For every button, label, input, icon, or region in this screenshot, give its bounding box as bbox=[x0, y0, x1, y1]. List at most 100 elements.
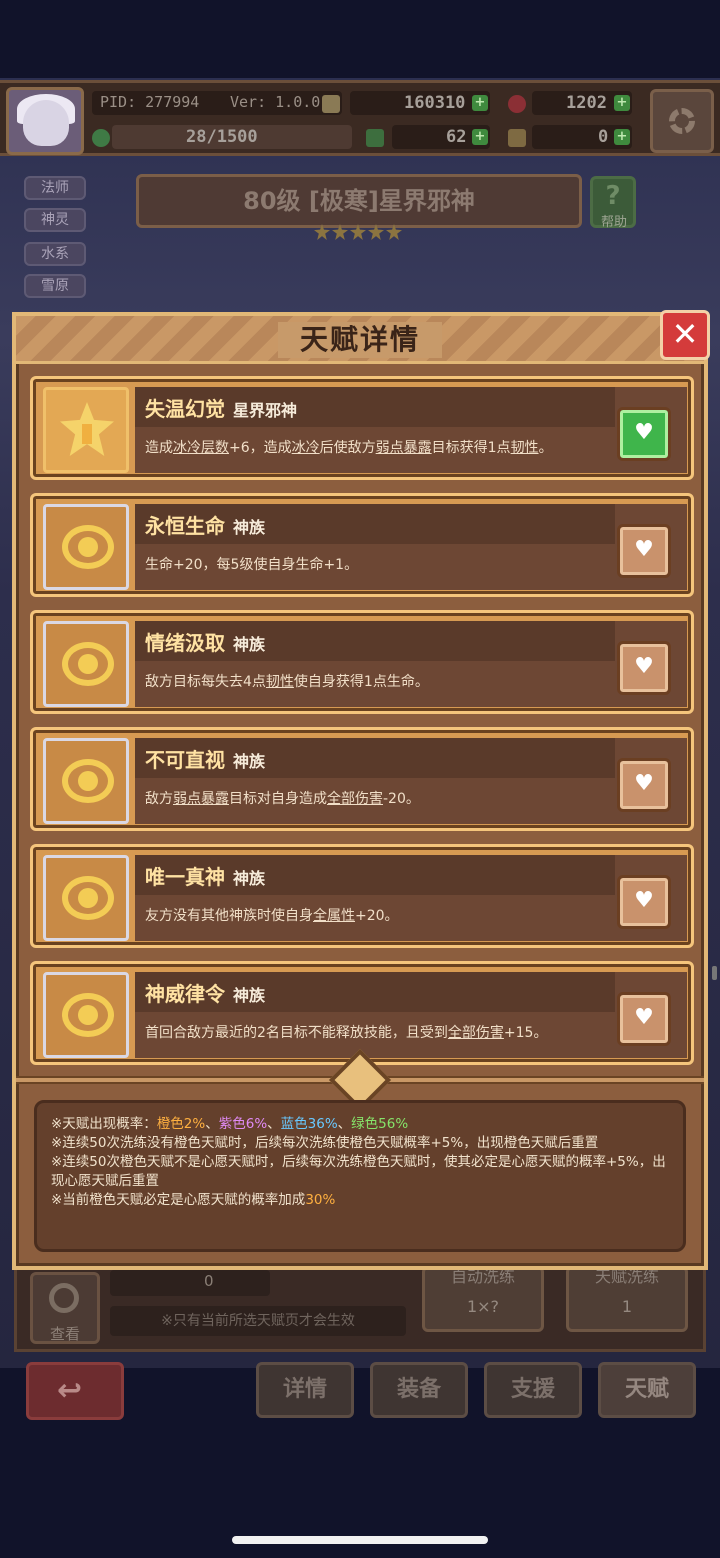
desc-text: 敌方 bbox=[145, 791, 173, 807]
gear-icon bbox=[669, 108, 695, 134]
wish-toggle-button[interactable]: ♥ bbox=[617, 875, 671, 929]
tag-class: 法师 bbox=[24, 176, 86, 200]
divine-talent-icon-core bbox=[78, 888, 98, 908]
talent-icon-frame bbox=[43, 621, 129, 707]
avatar-face bbox=[23, 100, 69, 146]
desc-keyword[interactable]: 弱点暴露 bbox=[173, 791, 229, 807]
tab-support[interactable]: 支援 bbox=[484, 1362, 582, 1418]
talent-name-text: 永恒生命 bbox=[145, 514, 225, 538]
info-line-probability: ※天赋出现概率：橙色2%、紫色6%、蓝色36%、绿色56% bbox=[51, 1115, 669, 1134]
talent-tribe: 神族 bbox=[233, 635, 266, 654]
desc-keyword[interactable]: 全属性 bbox=[313, 908, 355, 924]
talent-body: 唯一真神 神族 友方没有其他神族时使自身全属性+20。 bbox=[135, 855, 687, 941]
help-label: 帮助 bbox=[600, 215, 627, 230]
back-arrow-icon: ↩ bbox=[57, 1373, 83, 1408]
talent-name-text: 神威律令 bbox=[145, 982, 225, 1006]
star-icon bbox=[350, 224, 366, 240]
talent-description: 生命+20，每5级使自身生命+1。 bbox=[145, 554, 358, 574]
star-icon bbox=[386, 224, 402, 240]
talent-tribe: 星界邪神 bbox=[233, 401, 298, 420]
desc-keyword[interactable]: 弱点暴露 bbox=[376, 440, 432, 456]
wish-bonus-value: 30% bbox=[305, 1192, 336, 1208]
gold-amount: 160310 bbox=[404, 93, 466, 113]
hero-name-banner: 80级 [极寒]星界邪神 bbox=[136, 174, 582, 228]
info-line-current-bonus: ※当前橙色天赋必定是心愿天赋的概率加成30% bbox=[51, 1191, 669, 1210]
talent-card[interactable]: 神威律令 神族 首回合敌方最近的2名目标不能释放技能，且受到全部伤害+15。 ♥ bbox=[30, 961, 694, 1065]
talent-name: 神威律令 神族 bbox=[145, 978, 265, 1007]
desc-text: 造成 bbox=[145, 440, 173, 456]
scrollbar[interactable] bbox=[712, 966, 717, 980]
desc-keyword[interactable]: 全部伤害 bbox=[448, 1025, 504, 1041]
talent-name-text: 唯一真神 bbox=[145, 865, 225, 889]
clover-amount: 62 bbox=[446, 127, 467, 147]
talent-name: 失温幻觉 星界邪神 bbox=[145, 393, 297, 422]
desc-text: 后使敌方 bbox=[319, 440, 376, 456]
talent-body: 失温幻觉 星界邪神 造成冰冷层数+6，造成冰冷后使敌方弱点暴露目标获得1点韧性。 bbox=[135, 387, 687, 473]
heart-icon: ♥ bbox=[634, 888, 654, 913]
tab-details[interactable]: 详情 bbox=[256, 1362, 354, 1418]
talent-card[interactable]: 情绪汲取 神族 敌方目标每失去4点韧性使自身获得1点生命。 ♥ bbox=[30, 610, 694, 714]
talent-card[interactable]: 唯一真神 神族 友方没有其他神族时使自身全属性+20。 ♥ bbox=[30, 844, 694, 948]
gold-add-icon[interactable]: + bbox=[472, 95, 488, 111]
back-button[interactable]: ↩ bbox=[26, 1362, 124, 1420]
desc-text: 。 bbox=[538, 440, 553, 456]
desc-text: 目标对自身造成 bbox=[229, 791, 327, 807]
auto-refine-button[interactable]: 自动洗练 1×? bbox=[422, 1266, 544, 1332]
desc-text: 友方没有其他神族时使自身 bbox=[145, 908, 313, 924]
talent-name-text: 不可直视 bbox=[145, 748, 225, 772]
top-resource-bar: PID: 277994 Ver: 1.0.0.6 160310 + 1202 +… bbox=[0, 80, 720, 156]
close-button[interactable]: ✕ bbox=[660, 310, 710, 360]
desc-text: 生命+20，每5级使自身生命+1。 bbox=[145, 557, 359, 573]
tab-talent[interactable]: 天赋 bbox=[598, 1362, 696, 1418]
talent-refine-cost: 1 bbox=[621, 1297, 633, 1316]
heart-icon: ♥ bbox=[634, 654, 654, 679]
talent-icon-frame bbox=[43, 738, 129, 824]
help-button[interactable]: ? 帮助 bbox=[590, 176, 636, 230]
wish-toggle-button[interactable]: ♥ bbox=[617, 641, 671, 695]
view-label: 查看 bbox=[49, 1325, 80, 1343]
auto-refine-cost: 1×? bbox=[466, 1297, 500, 1316]
modal-header: 天赋详情 bbox=[16, 316, 704, 364]
talent-description: 友方没有其他神族时使自身全属性+20。 bbox=[145, 905, 399, 925]
key-icon bbox=[508, 129, 526, 147]
talent-tribe: 神族 bbox=[233, 752, 266, 771]
player-avatar[interactable] bbox=[6, 87, 84, 155]
talent-card[interactable]: 永恒生命 神族 生命+20，每5级使自身生命+1。 ♥ bbox=[30, 493, 694, 597]
desc-text: -20。 bbox=[383, 791, 420, 807]
talent-refine-button[interactable]: 天赋洗练 1 bbox=[566, 1266, 688, 1332]
talent-tribe: 神族 bbox=[233, 518, 266, 537]
gem-amount: 1202 bbox=[566, 93, 607, 113]
heart-icon: ♥ bbox=[634, 771, 654, 796]
talent-card[interactable]: 不可直视 神族 敌方弱点暴露目标对自身造成全部伤害-20。 ♥ bbox=[30, 727, 694, 831]
info-sep: 、 bbox=[337, 1116, 352, 1132]
refine-item-count-value: 0 bbox=[204, 1272, 214, 1290]
desc-keyword[interactable]: 全部伤害 bbox=[327, 791, 383, 807]
blue-rate: 蓝色36% bbox=[280, 1116, 338, 1132]
desc-keyword[interactable]: 韧性 bbox=[511, 440, 539, 456]
talent-probability-info: ※天赋出现概率：橙色2%、紫色6%、蓝色36%、绿色56% ※连续50次洗练没有… bbox=[34, 1100, 686, 1252]
desc-keyword[interactable]: 冰冷层数 bbox=[173, 440, 229, 456]
desc-text: 目标获得1点 bbox=[431, 440, 511, 456]
desc-keyword[interactable]: 韧性 bbox=[266, 674, 294, 690]
settings-button[interactable] bbox=[650, 89, 714, 153]
wish-toggle-button[interactable]: ♥ bbox=[617, 524, 671, 578]
gem-add-icon[interactable]: + bbox=[614, 95, 630, 111]
key-add-icon[interactable]: + bbox=[614, 129, 630, 145]
question-icon: ? bbox=[605, 181, 621, 211]
clover-add-icon[interactable]: + bbox=[472, 129, 488, 145]
tab-equipment[interactable]: 装备 bbox=[370, 1362, 468, 1418]
talent-card[interactable]: 失温幻觉 星界邪神 造成冰冷层数+6，造成冰冷后使敌方弱点暴露目标获得1点韧性。 … bbox=[30, 376, 694, 480]
talent-name: 不可直视 神族 bbox=[145, 744, 265, 773]
wish-toggle-button[interactable]: ♥ bbox=[617, 758, 671, 812]
home-indicator[interactable] bbox=[232, 1536, 488, 1544]
talent-body: 神威律令 神族 首回合敌方最近的2名目标不能释放技能，且受到全部伤害+15。 bbox=[135, 972, 687, 1058]
wish-toggle-button[interactable]: ♥ bbox=[617, 992, 671, 1046]
hero-star-rating bbox=[314, 224, 404, 244]
info-text: ※当前橙色天赋必定是心愿天赋的概率加成 bbox=[51, 1192, 306, 1208]
desc-keyword[interactable]: 冰冷 bbox=[292, 440, 320, 456]
talent-name: 情绪汲取 神族 bbox=[145, 627, 265, 656]
player-id: PID: 277994 bbox=[100, 93, 200, 111]
info-line-pity-wish: ※连续50次橙色天赋不是心愿天赋时，后续每次洗练橙色天赋时，使其必定是心愿天赋的… bbox=[51, 1154, 666, 1189]
wish-toggle-button[interactable]: ♥ bbox=[617, 407, 671, 461]
view-button[interactable]: 查看 bbox=[30, 1272, 100, 1344]
